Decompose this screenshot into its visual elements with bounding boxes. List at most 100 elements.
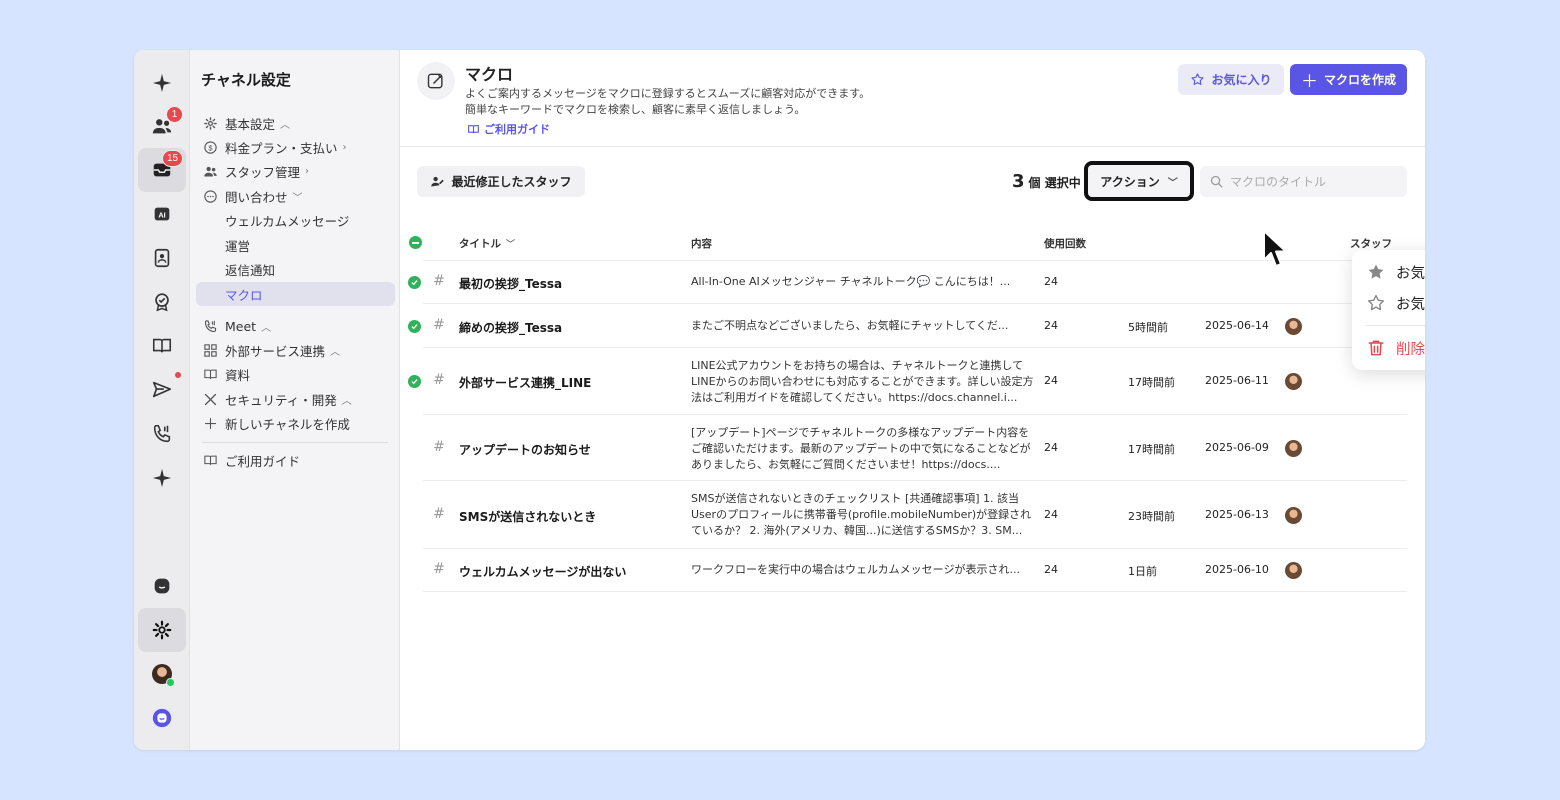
docs-nav-button[interactable]: [138, 324, 186, 368]
campaign-nav-button[interactable]: [138, 368, 186, 412]
sidebar-item-label: 運営: [225, 238, 251, 254]
table-row[interactable]: # アップデートのお知らせ [アップデート]ページでチャネルトークの多様なアップ…: [423, 415, 1407, 481]
table-row[interactable]: # ウェルカムメッセージが出ない ワークフローを実行中の場合はウェルカムメッセー…: [423, 549, 1407, 592]
sidebar-item-operation[interactable]: 運営: [190, 233, 400, 257]
send-icon: [152, 381, 172, 398]
user-guide-link[interactable]: ご利用ガイド: [467, 121, 550, 137]
macro-uses: 24: [1044, 508, 1058, 521]
table-row[interactable]: # 最初の挨拶_Tessa All-In-One AIメッセンジャー チャネルト…: [408, 261, 1407, 304]
macro-content: ワークフローを実行中の場合はウェルカムメッセージが表示され...: [691, 563, 1020, 576]
chevron-up-icon: ︿: [280, 119, 291, 131]
star-outline-icon: [1367, 294, 1385, 311]
column-header-staff: スタッフ: [1350, 236, 1392, 251]
column-header-label: 使用回数: [1044, 238, 1086, 250]
sidebar-item-label: 問い合わせ: [225, 189, 288, 205]
grid-icon: [203, 343, 217, 357]
macro-icon: [417, 62, 455, 100]
gear-icon: [152, 620, 172, 640]
chevron-down-icon: ﹀: [292, 192, 303, 204]
book-icon: [203, 455, 217, 465]
sidebar-item-meet[interactable]: Meet ︿: [190, 314, 400, 338]
sidebar-item-basic-settings[interactable]: 基本設定 ︿: [190, 111, 400, 135]
call-nav-button[interactable]: [138, 412, 186, 456]
inbox-nav-button[interactable]: 15: [138, 148, 186, 192]
ai-icon: AI: [154, 207, 170, 221]
column-header-label: 内容: [691, 238, 712, 250]
chat-widget-nav-button[interactable]: [138, 564, 186, 608]
check-icon: [411, 280, 418, 286]
description-line: よくご案内するメッセージをマクロに登録するとスムーズに顧客対応ができます。: [465, 87, 871, 100]
staff-avatar: [1285, 507, 1302, 524]
sparkle-bottom-nav-button[interactable]: [138, 456, 186, 500]
column-header-label: スタッフ: [1350, 238, 1392, 250]
macro-content: [アップデート]ページでチャネルトークの多様なアップデート内容をご確認いただけま…: [691, 426, 1031, 471]
row-checkbox[interactable]: [408, 320, 421, 333]
check-icon: [411, 324, 418, 330]
macro-uses: 24: [1044, 319, 1058, 332]
contact-book-nav-button[interactable]: [138, 236, 186, 280]
staff-avatar: [1285, 318, 1302, 335]
sidebar-item-welcome-message[interactable]: ウェルカムメッセージ: [190, 208, 400, 232]
settings-sidebar: チャネル設定 基本設定 ︿ $ 料金プラン・支払い › スタッフ管理 › 問い合…: [190, 50, 400, 750]
create-macro-button[interactable]: ＋ マクロを作成: [1290, 64, 1407, 95]
menu-item-unset-favorite[interactable]: お気に入りを解除: [1352, 289, 1425, 317]
sidebar-item-staff[interactable]: スタッフ管理 ›: [190, 159, 400, 183]
sidebar-item-label: 返信通知: [225, 262, 276, 278]
hash-icon: #: [433, 273, 445, 289]
sparkle-nav-button[interactable]: [138, 61, 186, 105]
recent-staff-filter-button[interactable]: 最近修正したスタッフ: [417, 166, 585, 197]
sidebar-title: チャネル設定: [201, 71, 291, 89]
profile-avatar-button[interactable]: [138, 652, 186, 696]
table-row[interactable]: # 外部サービス連携_LINE LINE公式アカウントをお持ちの場合は、チャネル…: [408, 348, 1407, 415]
macro-date: 2025-06-10: [1205, 563, 1269, 576]
badge-nav-button[interactable]: [138, 280, 186, 324]
select-all-checkbox[interactable]: [409, 236, 422, 249]
row-checkbox[interactable]: [408, 375, 421, 388]
sidebar-item-new-channel[interactable]: 新しいチャネルを作成: [190, 411, 400, 435]
open-book-icon: [152, 338, 172, 353]
sidebar-item-user-guide[interactable]: ご利用ガイド: [190, 448, 400, 472]
sidebar-item-materials[interactable]: 資料: [190, 362, 400, 386]
book-icon: [203, 369, 217, 379]
sidebar-item-inquiries[interactable]: 問い合わせ ﹀: [190, 184, 400, 208]
sidebar-item-security[interactable]: セキュリティ・開発 ︿: [190, 387, 400, 411]
sidebar-item-integrations[interactable]: 外部サービス連携 ︿: [190, 338, 400, 362]
chevron-right-icon: ›: [342, 141, 347, 153]
macro-title: アップデートのお知らせ: [459, 443, 591, 457]
online-status-dot: [166, 678, 175, 687]
sidebar-item-label: 料金プラン・支払い: [225, 140, 338, 156]
staff-avatar: [1285, 562, 1302, 579]
user-edit-icon: [431, 176, 445, 187]
favorites-button[interactable]: お気に入り: [1178, 64, 1284, 95]
column-header-title[interactable]: タイトル ﹀: [459, 236, 515, 251]
staff-avatar: [1285, 373, 1302, 390]
sidebar-item-macro[interactable]: マクロ: [196, 282, 395, 306]
action-dropdown-button[interactable]: アクション ﹀: [1084, 161, 1194, 201]
phone-icon: [153, 424, 171, 443]
recent-staff-label: 最近修正したスタッフ: [451, 175, 572, 189]
hash-icon: #: [433, 317, 445, 333]
row-checkbox[interactable]: [408, 276, 421, 289]
macro-title: 最初の挨拶_Tessa: [459, 277, 563, 291]
page-description: よくご案内するメッセージをマクロに登録するとスムーズに顧客対応ができます。 簡単…: [465, 86, 870, 118]
ai-nav-button[interactable]: AI: [138, 192, 186, 236]
table-row[interactable]: # 締めの挨拶_Tessa またご不明点などございましたら、お気軽にチャットして…: [408, 304, 1407, 348]
svg-text:AI: AI: [158, 211, 165, 220]
column-header-uses[interactable]: 使用回数: [1044, 236, 1086, 251]
chevron-up-icon: ︿: [261, 322, 272, 334]
sidebar-item-reply-notification[interactable]: 返信通知: [190, 257, 400, 281]
menu-item-set-favorite[interactable]: お気に入りに設定: [1352, 258, 1425, 286]
contact-card-icon: [154, 248, 170, 268]
users-icon: [203, 166, 217, 176]
search-input[interactable]: [1230, 174, 1390, 189]
settings-nav-button[interactable]: [138, 608, 186, 652]
sidebar-item-label: マクロ: [225, 287, 263, 303]
sidebar-item-billing[interactable]: $ 料金プラン・支払い ›: [190, 135, 400, 159]
contacts-nav-button[interactable]: 1: [138, 104, 186, 148]
menu-item-delete[interactable]: 削除: [1352, 334, 1425, 362]
table-row[interactable]: # SMSが送信されないとき SMSが送信されないときのチェックリスト [共通確…: [423, 481, 1407, 549]
channel-logo-button[interactable]: [138, 696, 186, 740]
macro-modified: 17時間前: [1128, 376, 1175, 389]
page-header: マクロ よくご案内するメッセージをマクロに登録するとスムーズに顧客対応ができます…: [400, 50, 1425, 147]
icon-rail: 1 15 AI: [134, 50, 190, 750]
